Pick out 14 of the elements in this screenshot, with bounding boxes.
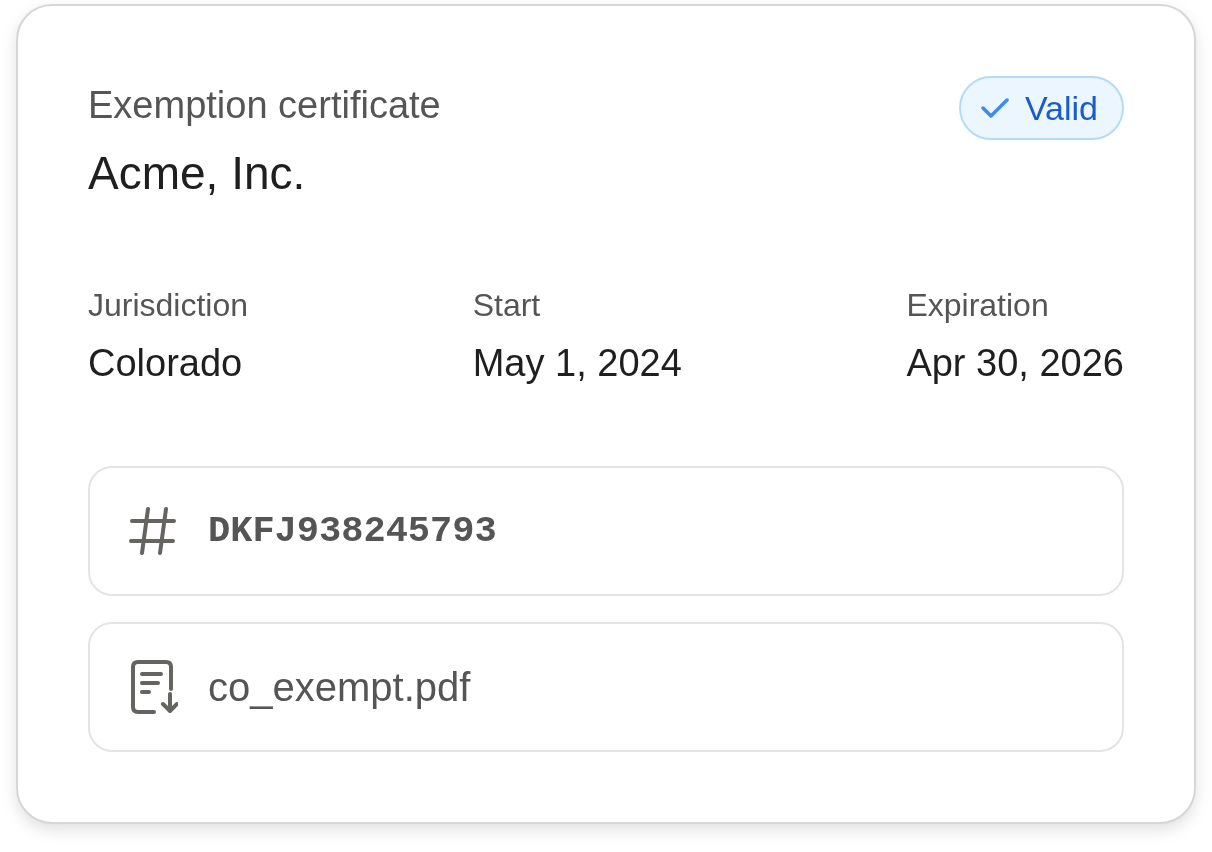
document-download-icon <box>128 659 178 715</box>
status-badge: Valid <box>958 76 1124 140</box>
detail-value: Apr 30, 2026 <box>906 341 1124 386</box>
company-name: Acme, Inc. <box>88 146 307 201</box>
check-icon <box>980 98 1009 118</box>
certificate-number: DKFJ938245793 <box>208 509 497 554</box>
hash-icon <box>128 506 178 556</box>
detail-label: Start <box>472 286 542 325</box>
card-title: Exemption certificate <box>88 83 441 128</box>
detail-label: Jurisdiction <box>88 286 249 325</box>
detail-value: Colorado <box>88 341 244 386</box>
detail-label: Expiration <box>906 286 1050 325</box>
file-download-link[interactable]: co_exempt.pdf <box>88 622 1124 752</box>
detail-value: May 1, 2024 <box>472 341 682 386</box>
